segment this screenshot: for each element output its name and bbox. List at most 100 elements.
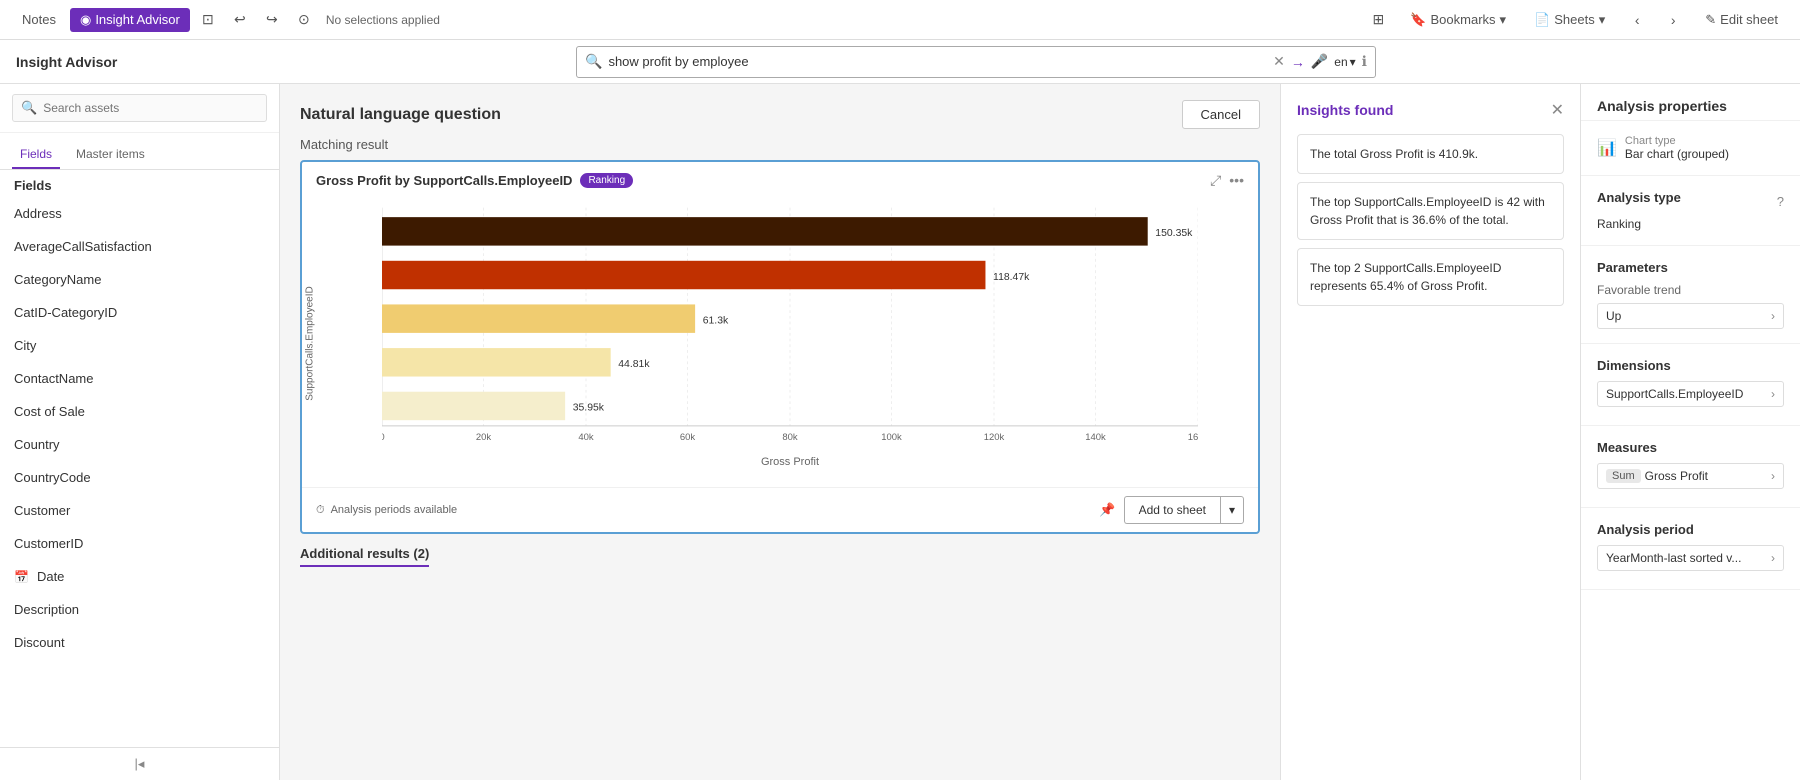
sidebar-item-customerid[interactable]: CustomerID (0, 527, 279, 560)
sidebar-item-description[interactable]: Description (0, 593, 279, 626)
sidebar-search-inner: 🔍 (12, 94, 267, 122)
insights-close-icon[interactable]: ✕ (1551, 100, 1564, 120)
favorable-trend-label: Favorable trend (1597, 283, 1784, 297)
expand-icon[interactable]: ⤢ (1210, 172, 1221, 189)
svg-text:44.81k: 44.81k (618, 359, 650, 370)
chart-area: SupportCalls.EmployeeID 150.35k 42 (302, 193, 1258, 483)
ranking-badge: Ranking (580, 173, 633, 188)
add-to-sheet-button[interactable]: Add to sheet (1124, 496, 1220, 524)
chart-card-header: Gross Profit by SupportCalls.EmployeeID … (302, 162, 1258, 193)
sidebar-item-customer[interactable]: Customer (0, 494, 279, 527)
chart-type-label: Chart type (1625, 135, 1729, 147)
gross-profit-label: Gross Profit (1645, 469, 1708, 483)
sidebar-tabs: Fields Master items (0, 133, 279, 170)
edit-sheet-button[interactable]: ✎ Edit sheet (1695, 8, 1788, 32)
svg-text:60k: 60k (680, 432, 696, 443)
fields-section-label: Fields (0, 170, 279, 197)
chart-type-section: 📊 Chart type Bar chart (grouped) (1581, 121, 1800, 176)
notes-button[interactable]: Notes (12, 8, 66, 31)
add-to-sheet-dropdown-button[interactable]: ▾ (1220, 496, 1244, 524)
sidebar-item-categoryname[interactable]: CategoryName (0, 263, 279, 296)
chart-footer: ⏱ Analysis periods available 📌 Add to sh… (302, 487, 1258, 532)
favorable-trend-value: Up (1606, 309, 1621, 323)
analysis-type-value: Ranking (1597, 217, 1784, 231)
analysis-type-section: Analysis type ? Ranking (1581, 176, 1800, 246)
help-icon[interactable]: ? (1777, 194, 1784, 209)
top-nav: Notes ◉Insight Advisor ⊡ ↩ ↪ ⊙ No select… (0, 0, 1800, 40)
calendar-icon: 📅 (14, 570, 29, 584)
sidebar-item-discount[interactable]: Discount (0, 626, 279, 659)
right-panel: Analysis properties 📊 Chart type Bar cha… (1580, 84, 1800, 780)
search-submit-icon[interactable]: → (1291, 54, 1305, 70)
nav-next-icon[interactable]: › (1659, 6, 1687, 34)
svg-text:118.47k: 118.47k (993, 272, 1030, 283)
svg-text:0: 0 (382, 432, 385, 443)
pin-icon[interactable]: 📌 (1099, 502, 1115, 518)
analysis-period-value: YearMonth-last sorted v... (1606, 551, 1741, 565)
center-content: Natural language question Cancel Matchin… (280, 84, 1280, 780)
bookmarks-button[interactable]: 🔖 Bookmarks ▾ (1400, 8, 1516, 32)
sum-badge: Sum (1606, 469, 1641, 483)
sidebar-collapse-button[interactable]: |◂ (0, 747, 279, 780)
analysis-period-row[interactable]: YearMonth-last sorted v... › (1597, 545, 1784, 571)
insight-item-1[interactable]: The top SupportCalls.EmployeeID is 42 wi… (1297, 182, 1564, 240)
measures-section: Measures Sum Gross Profit › (1581, 426, 1800, 508)
camera-icon[interactable]: ⊡ (194, 6, 222, 34)
cancel-button[interactable]: Cancel (1182, 100, 1260, 129)
selections-label: No selections applied (326, 13, 440, 27)
svg-text:160k: 160k (1188, 432, 1198, 443)
lock-icon[interactable]: ⊙ (290, 6, 318, 34)
redo-icon[interactable]: ↪ (258, 6, 286, 34)
insight-item-2[interactable]: The top 2 SupportCalls.EmployeeID repres… (1297, 248, 1564, 306)
more-options-icon[interactable]: ••• (1229, 172, 1244, 189)
sidebar-item-contactname[interactable]: ContactName (0, 362, 279, 395)
top-nav-right: ⊞ 🔖 Bookmarks ▾ 📄 Sheets ▾ ‹ › ✎ Edit sh… (1364, 6, 1788, 34)
nav-prev-icon[interactable]: ‹ (1623, 6, 1651, 34)
svg-text:35.95k: 35.95k (573, 403, 605, 414)
analysis-type-title: Analysis type (1597, 190, 1681, 205)
favorable-trend-selector[interactable]: Up › (1597, 303, 1784, 329)
grid-icon[interactable]: ⊞ (1364, 6, 1392, 34)
chart-title-area: Gross Profit by SupportCalls.EmployeeID … (316, 173, 633, 188)
microphone-icon[interactable]: 🎤 (1311, 53, 1328, 70)
search-input[interactable] (608, 54, 1267, 69)
language-selector[interactable]: en ▾ (1334, 55, 1355, 69)
insights-title: Insights found (1297, 102, 1393, 118)
sidebar-item-costofsale[interactable]: Cost of Sale (0, 395, 279, 428)
chart-title: Gross Profit by SupportCalls.EmployeeID (316, 173, 572, 188)
sidebar-item-address[interactable]: Address (0, 197, 279, 230)
top-nav-left: Notes ◉Insight Advisor ⊡ ↩ ↪ ⊙ No select… (12, 6, 440, 34)
insight-advisor-button[interactable]: ◉Insight Advisor (70, 8, 190, 32)
sidebar-search-input[interactable] (43, 101, 258, 115)
additional-results-label: Additional results (2) (300, 546, 429, 567)
chart-type-row: 📊 Chart type Bar chart (grouped) (1597, 135, 1784, 161)
chart-type-value: Bar chart (grouped) (1625, 147, 1729, 161)
sidebar-item-country[interactable]: Country (0, 428, 279, 461)
tab-master-items[interactable]: Master items (68, 141, 153, 169)
matching-result-label: Matching result (280, 137, 1280, 160)
sheets-button[interactable]: 📄 Sheets ▾ (1524, 8, 1615, 32)
search-bar: 🔍 ✕ → 🎤 en ▾ ℹ (576, 46, 1376, 78)
clock-icon: ⏱ (316, 504, 325, 517)
svg-text:40k: 40k (578, 432, 594, 443)
clear-search-icon[interactable]: ✕ (1273, 53, 1285, 70)
page-title: Insight Advisor (16, 54, 156, 70)
sidebar-item-countrycode[interactable]: CountryCode (0, 461, 279, 494)
sidebar-item-date[interactable]: 📅 Date (0, 560, 279, 593)
nlq-title: Natural language question (300, 106, 501, 124)
sidebar-item-city[interactable]: City (0, 329, 279, 362)
tab-fields[interactable]: Fields (12, 141, 60, 169)
info-icon[interactable]: ℹ (1362, 53, 1367, 70)
dimensions-title: Dimensions (1597, 358, 1784, 373)
sidebar-item-averagecallsatisfaction[interactable]: AverageCallSatisfaction (0, 230, 279, 263)
svg-text:20k: 20k (476, 432, 492, 443)
measure-row[interactable]: Sum Gross Profit › (1597, 463, 1784, 489)
insight-item-0[interactable]: The total Gross Profit is 410.9k. (1297, 134, 1564, 174)
sidebar: 🔍 Fields Master items Fields Address Ave… (0, 84, 280, 780)
undo-icon[interactable]: ↩ (226, 6, 254, 34)
analysis-periods-label: ⏱ Analysis periods available (316, 504, 457, 517)
y-axis-label: SupportCalls.EmployeeID (305, 284, 316, 404)
sidebar-item-catid[interactable]: CatID-CategoryID (0, 296, 279, 329)
dimension-row[interactable]: SupportCalls.EmployeeID › (1597, 381, 1784, 407)
svg-text:150.35k: 150.35k (1155, 228, 1193, 239)
